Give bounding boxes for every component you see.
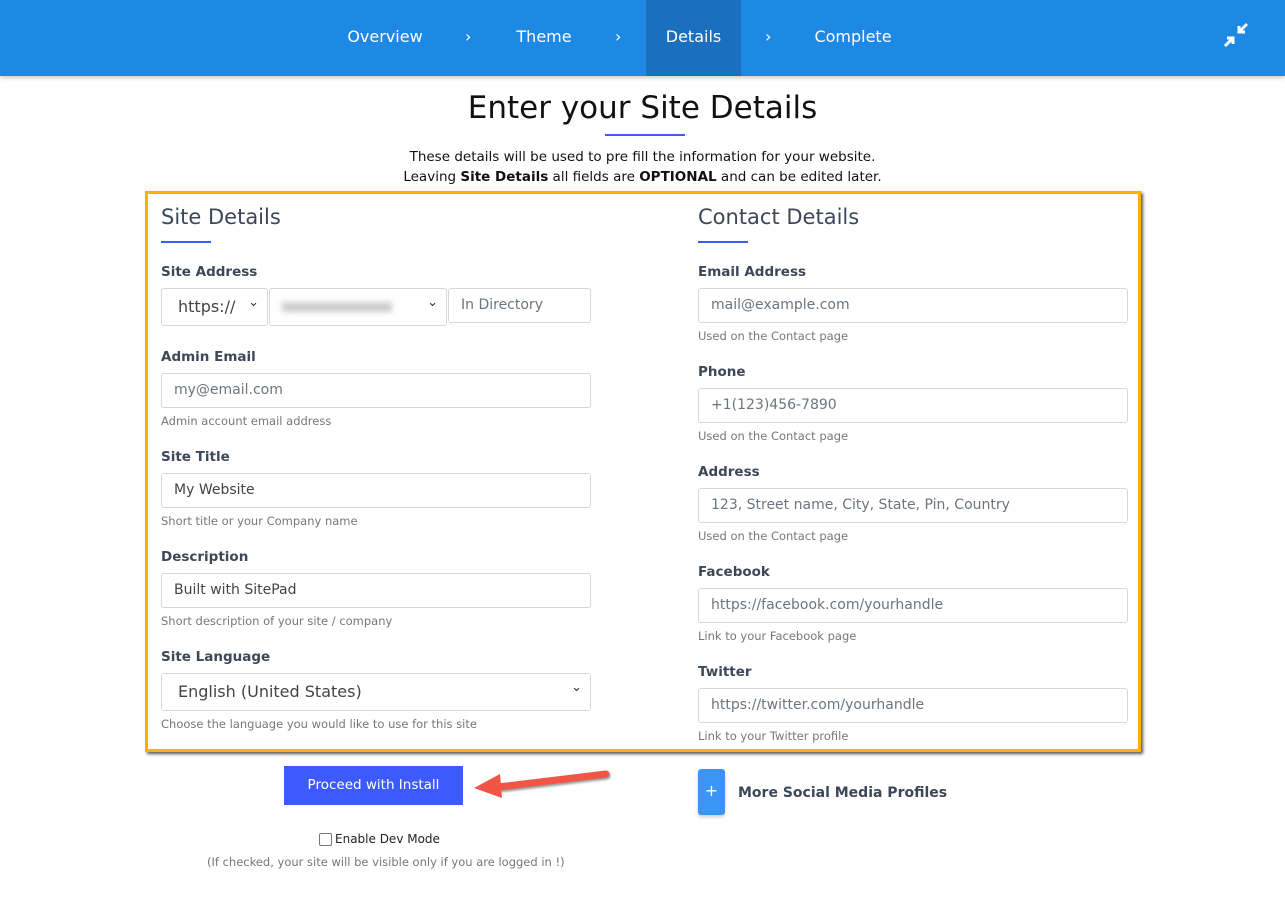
site-title-label: Site Title bbox=[161, 449, 230, 465]
proceed-install-button[interactable]: Proceed with Install bbox=[284, 766, 463, 805]
address-help: Used on the Contact page bbox=[698, 529, 849, 543]
compress-arrows-icon[interactable] bbox=[1223, 22, 1249, 48]
dev-mode-checkbox[interactable] bbox=[319, 832, 332, 846]
email-help: Used on the Contact page bbox=[698, 329, 849, 343]
twitter-input[interactable]: https://twitter.com/yourhandle bbox=[698, 688, 1128, 723]
page-title: Enter your Site Details bbox=[467, 90, 818, 126]
annotation-arrow-icon bbox=[474, 770, 610, 798]
add-social-profile-button[interactable]: + bbox=[698, 769, 725, 815]
dev-mode-label: Enable Dev Mode bbox=[335, 832, 440, 846]
description-input[interactable]: Built with SitePad bbox=[161, 573, 591, 608]
site-title-input[interactable]: My Website bbox=[161, 473, 591, 508]
directory-input[interactable]: In Directory bbox=[448, 288, 591, 323]
t: all fields are bbox=[548, 169, 640, 185]
phone-label: Phone bbox=[698, 364, 746, 380]
address-label: Address bbox=[698, 464, 760, 480]
heading-underline bbox=[161, 241, 211, 243]
site-title-help: Short title or your Company name bbox=[161, 514, 358, 528]
t: Site Details bbox=[460, 169, 549, 185]
wizard-header: Overview › Theme › Details › Complete bbox=[0, 0, 1285, 76]
site-address-label: Site Address bbox=[161, 264, 258, 280]
description-help: Short description of your site / company bbox=[161, 614, 393, 628]
t: Leaving bbox=[403, 169, 461, 185]
protocol-select[interactable]: https:// bbox=[161, 285, 268, 326]
step-separator: › bbox=[615, 27, 622, 46]
blurred-domain bbox=[282, 302, 392, 312]
facebook-input[interactable]: https://facebook.com/yourhandle bbox=[698, 588, 1128, 623]
t: and can be edited later. bbox=[716, 169, 882, 185]
admin-email-help: Admin account email address bbox=[161, 414, 332, 428]
site-language-label: Site Language bbox=[161, 649, 271, 665]
admin-email-input[interactable]: my@email.com bbox=[161, 373, 591, 408]
protocol-value: https:// bbox=[178, 297, 236, 316]
heading-underline bbox=[698, 241, 748, 243]
more-social-label[interactable]: More Social Media Profiles bbox=[738, 785, 947, 801]
intro-line-1: These details will be used to pre fill t… bbox=[409, 149, 876, 165]
description-label: Description bbox=[161, 549, 249, 565]
email-label: Email Address bbox=[698, 264, 807, 280]
domain-select[interactable] bbox=[269, 285, 447, 326]
facebook-help: Link to your Facebook page bbox=[698, 629, 857, 643]
phone-input[interactable]: +1(123)456-7890 bbox=[698, 388, 1128, 423]
step-complete[interactable]: Complete bbox=[800, 0, 906, 76]
details-form-highlight bbox=[145, 191, 1141, 752]
intro-text: These details will be used to pre fill t… bbox=[0, 147, 1285, 187]
language-value: English (United States) bbox=[178, 682, 362, 701]
step-details[interactable]: Details bbox=[646, 0, 741, 76]
phone-help: Used on the Contact page bbox=[698, 429, 849, 443]
email-input[interactable]: mail@example.com bbox=[698, 288, 1128, 323]
twitter-label: Twitter bbox=[698, 664, 752, 680]
facebook-label: Facebook bbox=[698, 564, 770, 580]
step-separator: › bbox=[465, 27, 472, 46]
dev-mode-note: (If checked, your site will be visible o… bbox=[207, 855, 565, 869]
admin-email-label: Admin Email bbox=[161, 349, 256, 365]
site-details-heading: Site Details bbox=[161, 205, 281, 229]
step-theme[interactable]: Theme bbox=[500, 0, 588, 76]
twitter-help: Link to your Twitter profile bbox=[698, 729, 849, 743]
step-overview[interactable]: Overview bbox=[330, 0, 440, 76]
language-help: Choose the language you would like to us… bbox=[161, 717, 477, 731]
language-select[interactable]: English (United States) bbox=[161, 670, 591, 711]
contact-details-heading: Contact Details bbox=[698, 205, 860, 229]
dev-mode-toggle[interactable]: Enable Dev Mode bbox=[319, 832, 440, 846]
plus-icon: + bbox=[704, 781, 719, 800]
title-underline bbox=[605, 134, 685, 136]
t: OPTIONAL bbox=[639, 169, 717, 185]
intro-line-2: Leaving Site Details all fields are OPTI… bbox=[0, 167, 1285, 187]
step-separator: › bbox=[765, 27, 772, 46]
address-input[interactable]: 123, Street name, City, State, Pin, Coun… bbox=[698, 488, 1128, 523]
